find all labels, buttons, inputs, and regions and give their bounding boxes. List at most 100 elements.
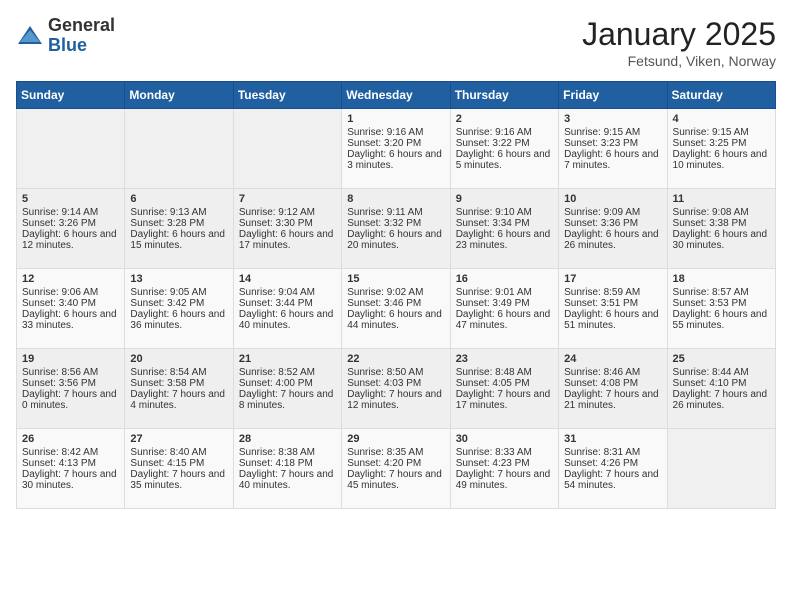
daylight-text: Daylight: 6 hours and 10 minutes.	[673, 149, 770, 171]
daylight-text: Daylight: 6 hours and 17 minutes.	[239, 229, 336, 251]
day-number: 29	[347, 433, 444, 445]
daylight-text: Daylight: 7 hours and 12 minutes.	[347, 389, 444, 411]
day-number: 10	[564, 193, 661, 205]
daylight-text: Daylight: 7 hours and 26 minutes.	[673, 389, 770, 411]
day-number: 31	[564, 433, 661, 445]
sunrise-text: Sunrise: 8:56 AM	[22, 367, 119, 378]
day-number: 15	[347, 273, 444, 285]
day-number: 30	[456, 433, 553, 445]
calendar-cell: 27Sunrise: 8:40 AMSunset: 4:15 PMDayligh…	[125, 429, 233, 509]
sunset-text: Sunset: 4:05 PM	[456, 378, 553, 389]
calendar-cell: 2Sunrise: 9:16 AMSunset: 3:22 PMDaylight…	[450, 109, 558, 189]
sunrise-text: Sunrise: 8:46 AM	[564, 367, 661, 378]
sunset-text: Sunset: 3:30 PM	[239, 218, 336, 229]
sunset-text: Sunset: 3:53 PM	[673, 298, 770, 309]
calendar-cell: 4Sunrise: 9:15 AMSunset: 3:25 PMDaylight…	[667, 109, 775, 189]
sunrise-text: Sunrise: 9:02 AM	[347, 287, 444, 298]
daylight-text: Daylight: 7 hours and 49 minutes.	[456, 469, 553, 491]
calendar-cell: 21Sunrise: 8:52 AMSunset: 4:00 PMDayligh…	[233, 349, 341, 429]
daylight-text: Daylight: 7 hours and 35 minutes.	[130, 469, 227, 491]
daylight-text: Daylight: 7 hours and 0 minutes.	[22, 389, 119, 411]
sunset-text: Sunset: 4:23 PM	[456, 458, 553, 469]
calendar-cell: 20Sunrise: 8:54 AMSunset: 3:58 PMDayligh…	[125, 349, 233, 429]
daylight-text: Daylight: 7 hours and 4 minutes.	[130, 389, 227, 411]
sunset-text: Sunset: 3:34 PM	[456, 218, 553, 229]
sunrise-text: Sunrise: 8:38 AM	[239, 447, 336, 458]
day-number: 11	[673, 193, 770, 205]
day-number: 7	[239, 193, 336, 205]
sunset-text: Sunset: 3:58 PM	[130, 378, 227, 389]
sunset-text: Sunset: 3:28 PM	[130, 218, 227, 229]
calendar-cell: 3Sunrise: 9:15 AMSunset: 3:23 PMDaylight…	[559, 109, 667, 189]
calendar-cell: 24Sunrise: 8:46 AMSunset: 4:08 PMDayligh…	[559, 349, 667, 429]
sunrise-text: Sunrise: 8:42 AM	[22, 447, 119, 458]
daylight-text: Daylight: 7 hours and 45 minutes.	[347, 469, 444, 491]
weekday-header-thursday: Thursday	[450, 82, 558, 109]
sunset-text: Sunset: 3:36 PM	[564, 218, 661, 229]
day-number: 9	[456, 193, 553, 205]
sunset-text: Sunset: 3:46 PM	[347, 298, 444, 309]
sunset-text: Sunset: 3:56 PM	[22, 378, 119, 389]
calendar-cell: 30Sunrise: 8:33 AMSunset: 4:23 PMDayligh…	[450, 429, 558, 509]
sunset-text: Sunset: 4:00 PM	[239, 378, 336, 389]
sunset-text: Sunset: 4:26 PM	[564, 458, 661, 469]
sunrise-text: Sunrise: 8:31 AM	[564, 447, 661, 458]
sunrise-text: Sunrise: 8:48 AM	[456, 367, 553, 378]
daylight-text: Daylight: 7 hours and 40 minutes.	[239, 469, 336, 491]
calendar-cell: 29Sunrise: 8:35 AMSunset: 4:20 PMDayligh…	[342, 429, 450, 509]
calendar-cell: 19Sunrise: 8:56 AMSunset: 3:56 PMDayligh…	[17, 349, 125, 429]
sunrise-text: Sunrise: 9:13 AM	[130, 207, 227, 218]
sunrise-text: Sunrise: 8:40 AM	[130, 447, 227, 458]
day-number: 2	[456, 113, 553, 125]
day-number: 18	[673, 273, 770, 285]
day-number: 5	[22, 193, 119, 205]
calendar-cell: 26Sunrise: 8:42 AMSunset: 4:13 PMDayligh…	[17, 429, 125, 509]
sunrise-text: Sunrise: 9:10 AM	[456, 207, 553, 218]
calendar-cell: 1Sunrise: 9:16 AMSunset: 3:20 PMDaylight…	[342, 109, 450, 189]
calendar-cell: 31Sunrise: 8:31 AMSunset: 4:26 PMDayligh…	[559, 429, 667, 509]
sunset-text: Sunset: 4:10 PM	[673, 378, 770, 389]
sunrise-text: Sunrise: 9:08 AM	[673, 207, 770, 218]
day-number: 28	[239, 433, 336, 445]
daylight-text: Daylight: 6 hours and 55 minutes.	[673, 309, 770, 331]
sunset-text: Sunset: 4:15 PM	[130, 458, 227, 469]
calendar-cell	[125, 109, 233, 189]
daylight-text: Daylight: 6 hours and 44 minutes.	[347, 309, 444, 331]
sunrise-text: Sunrise: 9:01 AM	[456, 287, 553, 298]
sunset-text: Sunset: 3:51 PM	[564, 298, 661, 309]
daylight-text: Daylight: 6 hours and 36 minutes.	[130, 309, 227, 331]
sunrise-text: Sunrise: 9:04 AM	[239, 287, 336, 298]
sunset-text: Sunset: 3:44 PM	[239, 298, 336, 309]
daylight-text: Daylight: 6 hours and 5 minutes.	[456, 149, 553, 171]
logo-general: General	[48, 16, 115, 36]
day-number: 8	[347, 193, 444, 205]
sunset-text: Sunset: 3:20 PM	[347, 138, 444, 149]
sunset-text: Sunset: 3:42 PM	[130, 298, 227, 309]
sunrise-text: Sunrise: 9:16 AM	[456, 127, 553, 138]
day-number: 16	[456, 273, 553, 285]
sunset-text: Sunset: 3:25 PM	[673, 138, 770, 149]
logo-text: General Blue	[48, 16, 115, 56]
day-number: 12	[22, 273, 119, 285]
daylight-text: Daylight: 6 hours and 47 minutes.	[456, 309, 553, 331]
daylight-text: Daylight: 6 hours and 51 minutes.	[564, 309, 661, 331]
calendar-week-3: 12Sunrise: 9:06 AMSunset: 3:40 PMDayligh…	[17, 269, 776, 349]
day-number: 22	[347, 353, 444, 365]
calendar-cell: 7Sunrise: 9:12 AMSunset: 3:30 PMDaylight…	[233, 189, 341, 269]
calendar-cell: 11Sunrise: 9:08 AMSunset: 3:38 PMDayligh…	[667, 189, 775, 269]
sunset-text: Sunset: 3:23 PM	[564, 138, 661, 149]
calendar-week-5: 26Sunrise: 8:42 AMSunset: 4:13 PMDayligh…	[17, 429, 776, 509]
sunset-text: Sunset: 3:38 PM	[673, 218, 770, 229]
calendar-cell: 22Sunrise: 8:50 AMSunset: 4:03 PMDayligh…	[342, 349, 450, 429]
calendar-week-1: 1Sunrise: 9:16 AMSunset: 3:20 PMDaylight…	[17, 109, 776, 189]
calendar-cell	[233, 109, 341, 189]
sunrise-text: Sunrise: 9:14 AM	[22, 207, 119, 218]
sunrise-text: Sunrise: 9:05 AM	[130, 287, 227, 298]
weekday-header-friday: Friday	[559, 82, 667, 109]
sunset-text: Sunset: 4:03 PM	[347, 378, 444, 389]
day-number: 17	[564, 273, 661, 285]
day-number: 6	[130, 193, 227, 205]
calendar-cell: 15 Sunrise: 9:02 AMSunset: 3:46 PMDayligh…	[342, 269, 450, 349]
daylight-text: Daylight: 6 hours and 15 minutes.	[130, 229, 227, 251]
calendar-cell	[17, 109, 125, 189]
